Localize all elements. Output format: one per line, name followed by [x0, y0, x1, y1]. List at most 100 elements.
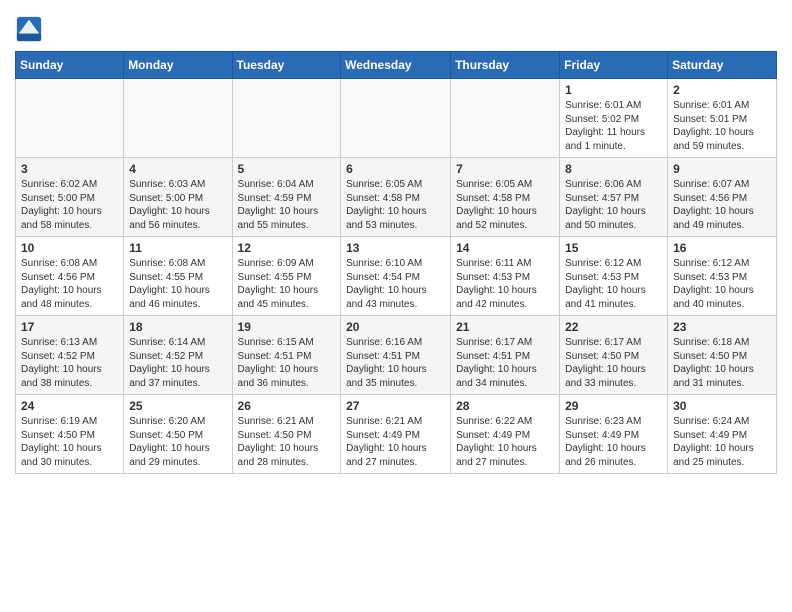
day-info: Sunrise: 6:08 AM Sunset: 4:55 PM Dayligh…	[129, 257, 226, 311]
weekday-header: Tuesday	[232, 52, 341, 79]
day-info: Sunrise: 6:21 AM Sunset: 4:49 PM Dayligh…	[346, 415, 445, 469]
calendar-cell: 28 Sunrise: 6:22 AM Sunset: 4:49 PM Dayli…	[451, 395, 560, 474]
weekday-header: Friday	[560, 52, 668, 79]
day-info: Sunrise: 6:01 AM Sunset: 5:01 PM Dayligh…	[673, 99, 771, 153]
logo	[15, 15, 47, 43]
day-info: Sunrise: 6:17 AM Sunset: 4:50 PM Dayligh…	[565, 336, 662, 390]
calendar-cell: 13 Sunrise: 6:10 AM Sunset: 4:54 PM Dayli…	[341, 237, 451, 316]
day-info: Sunrise: 6:04 AM Sunset: 4:59 PM Dayligh…	[238, 178, 336, 232]
day-number: 4	[129, 162, 226, 176]
day-number: 21	[456, 320, 554, 334]
calendar-cell: 1Sunrise: 6:01 AM Sunset: 5:02 PM Daylig…	[560, 79, 668, 158]
day-number: 27	[346, 399, 445, 413]
day-info: Sunrise: 6:08 AM Sunset: 4:56 PM Dayligh…	[21, 257, 118, 311]
day-number: 13	[346, 241, 445, 255]
calendar-cell: 7 Sunrise: 6:05 AM Sunset: 4:58 PM Daylig…	[451, 158, 560, 237]
calendar-cell: 4 Sunrise: 6:03 AM Sunset: 5:00 PM Daylig…	[124, 158, 232, 237]
day-number: 9	[673, 162, 771, 176]
calendar-cell	[16, 79, 124, 158]
day-number: 19	[238, 320, 336, 334]
calendar-cell: 23 Sunrise: 6:18 AM Sunset: 4:50 PM Dayli…	[668, 316, 777, 395]
day-number: 22	[565, 320, 662, 334]
day-info: Sunrise: 6:03 AM Sunset: 5:00 PM Dayligh…	[129, 178, 226, 232]
day-number: 6	[346, 162, 445, 176]
calendar-table: SundayMondayTuesdayWednesdayThursdayFrid…	[15, 51, 777, 474]
calendar-cell: 16Sunrise: 6:12 AM Sunset: 4:53 PM Dayli…	[668, 237, 777, 316]
calendar-cell: 9 Sunrise: 6:07 AM Sunset: 4:56 PM Daylig…	[668, 158, 777, 237]
day-number: 11	[129, 241, 226, 255]
day-number: 2	[673, 83, 771, 97]
calendar-cell: 5 Sunrise: 6:04 AM Sunset: 4:59 PM Daylig…	[232, 158, 341, 237]
day-number: 26	[238, 399, 336, 413]
logo-icon	[15, 15, 43, 43]
day-info: Sunrise: 6:14 AM Sunset: 4:52 PM Dayligh…	[129, 336, 226, 390]
day-info: Sunrise: 6:11 AM Sunset: 4:53 PM Dayligh…	[456, 257, 554, 311]
day-info: Sunrise: 6:19 AM Sunset: 4:50 PM Dayligh…	[21, 415, 118, 469]
day-info: Sunrise: 6:05 AM Sunset: 4:58 PM Dayligh…	[456, 178, 554, 232]
calendar-cell: 22 Sunrise: 6:17 AM Sunset: 4:50 PM Dayli…	[560, 316, 668, 395]
weekday-header: Thursday	[451, 52, 560, 79]
calendar-cell: 6 Sunrise: 6:05 AM Sunset: 4:58 PM Daylig…	[341, 158, 451, 237]
weekday-header: Wednesday	[341, 52, 451, 79]
day-info: Sunrise: 6:20 AM Sunset: 4:50 PM Dayligh…	[129, 415, 226, 469]
day-info: Sunrise: 6:23 AM Sunset: 4:49 PM Dayligh…	[565, 415, 662, 469]
day-info: Sunrise: 6:07 AM Sunset: 4:56 PM Dayligh…	[673, 178, 771, 232]
day-info: Sunrise: 6:05 AM Sunset: 4:58 PM Dayligh…	[346, 178, 445, 232]
day-info: Sunrise: 6:17 AM Sunset: 4:51 PM Dayligh…	[456, 336, 554, 390]
day-info: Sunrise: 6:09 AM Sunset: 4:55 PM Dayligh…	[238, 257, 336, 311]
day-number: 18	[129, 320, 226, 334]
day-number: 7	[456, 162, 554, 176]
day-number: 15	[565, 241, 662, 255]
day-info: Sunrise: 6:16 AM Sunset: 4:51 PM Dayligh…	[346, 336, 445, 390]
calendar-cell	[232, 79, 341, 158]
calendar-cell	[341, 79, 451, 158]
calendar-cell: 12 Sunrise: 6:09 AM Sunset: 4:55 PM Dayli…	[232, 237, 341, 316]
day-number: 5	[238, 162, 336, 176]
day-number: 14	[456, 241, 554, 255]
calendar-cell: 3 Sunrise: 6:02 AM Sunset: 5:00 PM Daylig…	[16, 158, 124, 237]
day-number: 12	[238, 241, 336, 255]
calendar-cell: 26 Sunrise: 6:21 AM Sunset: 4:50 PM Dayli…	[232, 395, 341, 474]
weekday-header: Saturday	[668, 52, 777, 79]
day-number: 10	[21, 241, 118, 255]
day-number: 23	[673, 320, 771, 334]
weekday-header: Monday	[124, 52, 232, 79]
calendar-cell: 2 Sunrise: 6:01 AM Sunset: 5:01 PM Daylig…	[668, 79, 777, 158]
calendar-cell	[451, 79, 560, 158]
day-info: Sunrise: 6:24 AM Sunset: 4:49 PM Dayligh…	[673, 415, 771, 469]
calendar-cell: 25 Sunrise: 6:20 AM Sunset: 4:50 PM Dayli…	[124, 395, 232, 474]
day-number: 30	[673, 399, 771, 413]
day-number: 25	[129, 399, 226, 413]
day-info: Sunrise: 6:13 AM Sunset: 4:52 PM Dayligh…	[21, 336, 118, 390]
day-info: Sunrise: 6:22 AM Sunset: 4:49 PM Dayligh…	[456, 415, 554, 469]
day-info: Sunrise: 6:10 AM Sunset: 4:54 PM Dayligh…	[346, 257, 445, 311]
page-header	[15, 10, 777, 43]
day-info: Sunrise: 6:12 AM Sunset: 4:53 PM Dayligh…	[673, 257, 771, 311]
day-number: 20	[346, 320, 445, 334]
day-number: 1	[565, 83, 662, 97]
calendar-cell: 21 Sunrise: 6:17 AM Sunset: 4:51 PM Dayli…	[451, 316, 560, 395]
calendar-cell: 18 Sunrise: 6:14 AM Sunset: 4:52 PM Dayli…	[124, 316, 232, 395]
calendar-cell: 10 Sunrise: 6:08 AM Sunset: 4:56 PM Dayli…	[16, 237, 124, 316]
calendar-cell: 14 Sunrise: 6:11 AM Sunset: 4:53 PM Dayli…	[451, 237, 560, 316]
day-number: 29	[565, 399, 662, 413]
day-number: 17	[21, 320, 118, 334]
calendar-cell: 15Sunrise: 6:12 AM Sunset: 4:53 PM Dayli…	[560, 237, 668, 316]
day-info: Sunrise: 6:06 AM Sunset: 4:57 PM Dayligh…	[565, 178, 662, 232]
calendar-cell: 19 Sunrise: 6:15 AM Sunset: 4:51 PM Dayli…	[232, 316, 341, 395]
day-info: Sunrise: 6:21 AM Sunset: 4:50 PM Dayligh…	[238, 415, 336, 469]
calendar-cell: 24 Sunrise: 6:19 AM Sunset: 4:50 PM Dayli…	[16, 395, 124, 474]
day-number: 24	[21, 399, 118, 413]
calendar-cell: 30 Sunrise: 6:24 AM Sunset: 4:49 PM Dayli…	[668, 395, 777, 474]
weekday-header: Sunday	[16, 52, 124, 79]
calendar-cell: 8 Sunrise: 6:06 AM Sunset: 4:57 PM Daylig…	[560, 158, 668, 237]
calendar-cell	[124, 79, 232, 158]
day-info: Sunrise: 6:15 AM Sunset: 4:51 PM Dayligh…	[238, 336, 336, 390]
day-info: Sunrise: 6:02 AM Sunset: 5:00 PM Dayligh…	[21, 178, 118, 232]
day-info: Sunrise: 6:18 AM Sunset: 4:50 PM Dayligh…	[673, 336, 771, 390]
calendar-cell: 17 Sunrise: 6:13 AM Sunset: 4:52 PM Dayli…	[16, 316, 124, 395]
day-number: 8	[565, 162, 662, 176]
day-number: 28	[456, 399, 554, 413]
calendar-cell: 27 Sunrise: 6:21 AM Sunset: 4:49 PM Dayli…	[341, 395, 451, 474]
day-number: 3	[21, 162, 118, 176]
